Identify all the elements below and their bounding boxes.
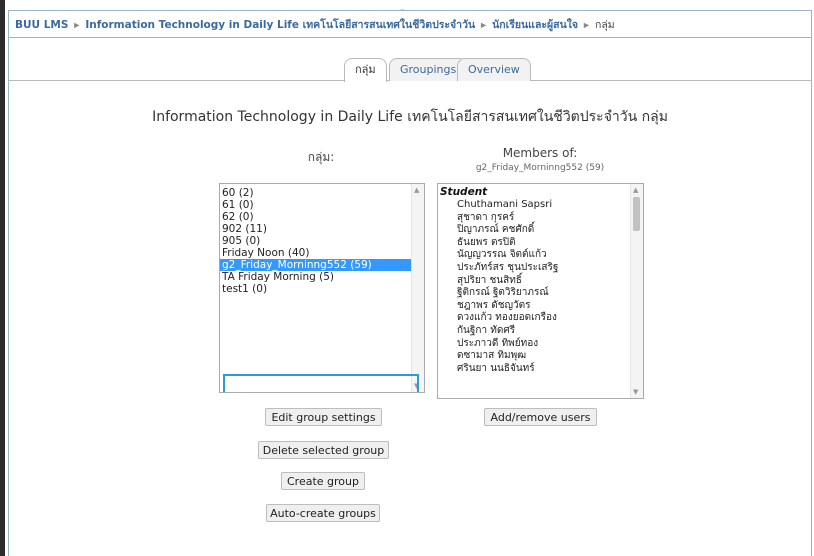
members-scrollbar[interactable]: ▲ ▼ — [630, 184, 643, 398]
group-option[interactable]: 61 (0) — [220, 199, 424, 211]
members-title-label: Members of: — [502, 146, 578, 160]
group-option[interactable]: 905 (0) — [220, 235, 424, 247]
group-option[interactable]: 62 (0) — [220, 211, 424, 223]
group-option[interactable]: g2_Friday_Morninng552 (59) — [220, 259, 424, 271]
scroll-thumb[interactable] — [633, 197, 640, 231]
tab-groupings[interactable]: Groupings — [389, 58, 468, 81]
member-option[interactable]: สุปริยา ชนสิทธิ์ — [438, 275, 643, 288]
breadcrumb-current: กลุ่ม — [594, 19, 615, 31]
breadcrumb-course[interactable]: Information Technology in Daily Life เทค… — [85, 19, 475, 31]
members-panel-title: Members of: g2_Friday_Morninng552 (59) — [437, 146, 643, 173]
page: BUU LMS ► Information Technology in Daily … — [8, 10, 812, 556]
tab-groups[interactable]: กลุ่ม — [344, 58, 387, 82]
breadcrumb-separator: ► — [479, 20, 489, 30]
members-list: Chuthamani Sapsri สุชาดา กุรคร์ ปิญาภรณ์ ค… — [438, 199, 643, 375]
member-option[interactable]: กันฐิกา ทัดศรี — [438, 325, 643, 338]
group-option[interactable]: test1 (0) — [220, 283, 424, 295]
groups-list: 60 (2) 61 (0) 62 (0) 902 (11) 905 (0) Friday … — [220, 187, 424, 295]
group-option[interactable]: 902 (11) — [220, 223, 424, 235]
members-listbox[interactable]: Student Chuthamani Sapsri สุชาดา กุรคร์ ปิ… — [437, 183, 644, 399]
top-strip: ู — [5, 0, 814, 10]
group-option[interactable]: TA Friday Morning (5) — [220, 271, 424, 283]
scroll-down-icon[interactable]: ▼ — [633, 388, 638, 396]
group-option[interactable]: Friday Noon (40) — [220, 247, 424, 259]
member-option[interactable]: สุชาดา กุรคร์ — [438, 212, 643, 225]
group-option[interactable]: 60 (2) — [220, 187, 424, 199]
breadcrumb-separator: ► — [72, 20, 82, 30]
member-option[interactable]: ศรินยา นนธิจันทร์ — [438, 363, 643, 376]
window-left-edge — [0, 0, 5, 556]
member-option[interactable]: นัญญวรรณ จิตต์แก้ว — [438, 249, 643, 262]
member-option[interactable]: Chuthamani Sapsri — [438, 199, 643, 212]
breadcrumb-home[interactable]: BUU LMS — [15, 19, 68, 31]
add-remove-users-button[interactable]: Add/remove users — [484, 408, 597, 426]
member-option[interactable]: ดวงแก้ว ทองยอดเกรือง — [438, 312, 643, 325]
page-title: Information Technology in Daily Life เทค… — [152, 109, 668, 125]
member-option[interactable]: ดซามาส ทิมพุฒ — [438, 350, 643, 363]
member-option[interactable]: ประภาวดี ทิพย์ทอง — [438, 338, 643, 351]
breadcrumb-participants[interactable]: นักเรียนและผู้สนใจ — [492, 19, 578, 31]
tab-bar: กลุ่ม Groupings Overview — [9, 58, 811, 82]
member-option[interactable]: ปิญาภรณ์ คชศักดิ์ — [438, 224, 643, 237]
member-option[interactable]: ฐิติกรณ์ ฐิตวิริยาภรณ์ — [438, 287, 643, 300]
auto-create-groups-button[interactable]: Auto-create groups — [266, 504, 380, 522]
tab-overview[interactable]: Overview — [457, 58, 531, 81]
member-option[interactable]: ชฎาพร ดัชญวัตร — [438, 300, 643, 313]
member-option[interactable]: ธันยพร ตรปิติ — [438, 237, 643, 250]
groups-panel-title: กลุ่ม: — [307, 150, 335, 164]
delete-selected-group-button[interactable]: Delete selected group — [258, 441, 389, 459]
edit-group-settings-button[interactable]: Edit group settings — [265, 408, 382, 426]
create-group-button[interactable]: Create group — [281, 472, 365, 490]
groups-listbox[interactable]: 60 (2) 61 (0) 62 (0) 902 (11) 905 (0) Friday … — [219, 183, 425, 393]
member-option[interactable]: ประภัทร์สร ชุนประเสริฐ — [438, 262, 643, 275]
breadcrumb-separator: ► — [582, 20, 591, 30]
scroll-up-icon[interactable]: ▲ — [633, 186, 638, 194]
scroll-up-icon[interactable]: ▲ — [414, 186, 419, 194]
breadcrumb: BUU LMS ► Information Technology in Daily … — [9, 10, 811, 38]
role-group-label: Student — [440, 186, 488, 198]
members-subtitle: g2_Friday_Morninng552 (59) — [475, 163, 605, 173]
focus-outline — [223, 374, 419, 392]
groups-scrollbar[interactable]: ▲ ▼ — [411, 184, 424, 392]
